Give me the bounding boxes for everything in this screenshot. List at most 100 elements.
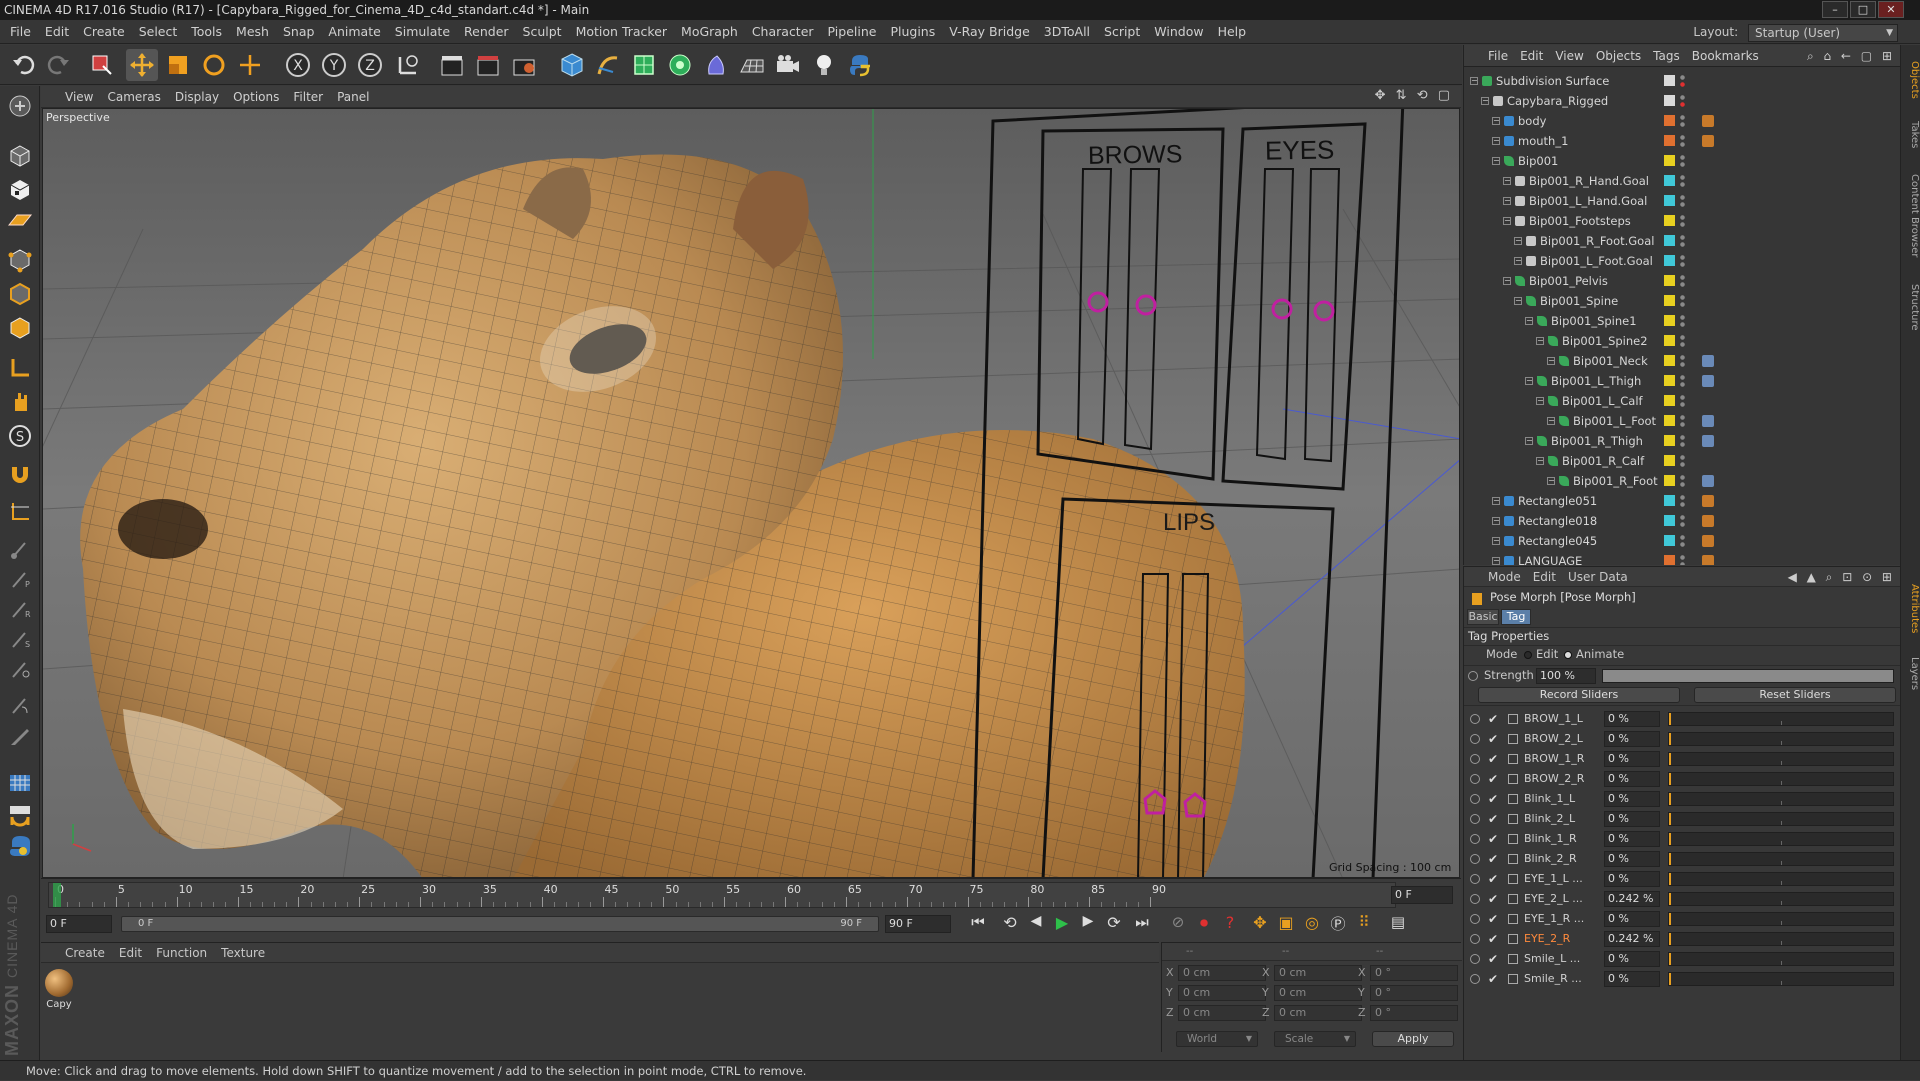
key-parameter-icon[interactable]: Ⓟ [1326, 913, 1350, 935]
menu-plugins[interactable]: Plugins [883, 20, 942, 44]
menu-create[interactable]: Create [76, 20, 132, 44]
workplane-axis-button[interactable] [4, 496, 36, 528]
animate-dot-icon[interactable] [1470, 734, 1480, 744]
object-menu-objects[interactable]: Objects [1590, 45, 1647, 67]
object-tree-item[interactable]: − mouth_1 [1464, 131, 1901, 151]
viewport-navigation-icons[interactable]: ✥ ⇅ ⟲ ▢ [1375, 88, 1453, 103]
layout-dropdown[interactable]: Startup (User) ▼ [1748, 23, 1898, 42]
animate-dot-icon[interactable] [1470, 834, 1480, 844]
object-tag-icon[interactable] [1702, 435, 1714, 447]
object-tree-item[interactable]: − Bip001_Spine [1464, 291, 1901, 311]
render-picture-viewer-button[interactable] [472, 49, 504, 81]
morph-slider-input[interactable]: 0 % [1604, 911, 1660, 927]
expand-toggle-icon[interactable]: − [1547, 477, 1555, 485]
mode-animate-radio[interactable] [1564, 651, 1572, 659]
visibility-dots-icon[interactable] [1680, 434, 1685, 448]
attribute-nav-icons[interactable]: ◀ ▲ ⌕ ⊡ ⊙ ⊞ [1788, 567, 1895, 587]
expand-toggle-icon[interactable]: − [1514, 297, 1522, 305]
deformer-button[interactable] [700, 49, 732, 81]
layer-color-swatch[interactable] [1664, 395, 1675, 406]
object-tag-icon[interactable] [1702, 415, 1714, 427]
magnet-brush-button[interactable] [4, 690, 36, 722]
record-keys-disabled-icon[interactable]: ⊘ [1166, 913, 1190, 935]
strength-slider[interactable] [1602, 669, 1894, 683]
expand-toggle-icon[interactable]: − [1492, 157, 1500, 165]
tab-tag[interactable]: Tag [1501, 609, 1531, 625]
object-manager-tools-icons[interactable]: ⌕ ⌂ ← ▢ ⊞ [1807, 45, 1895, 67]
enable-checkbox[interactable]: ✔ [1488, 752, 1502, 766]
strength-animate-icon[interactable] [1468, 671, 1478, 681]
expand-toggle-icon[interactable]: − [1536, 397, 1544, 405]
knife-tool-button[interactable] [4, 720, 36, 752]
smooth-brush-button[interactable]: S [4, 624, 36, 656]
coordinate-system-button[interactable] [392, 49, 424, 81]
expand-toggle-icon[interactable]: − [1525, 317, 1533, 325]
coordinate-field[interactable]: 0 ° [1370, 985, 1458, 1001]
key-position-icon[interactable]: ✥ [1248, 913, 1272, 935]
layer-color-swatch[interactable] [1664, 335, 1675, 346]
next-frame-icon[interactable]: ▶ [1076, 913, 1100, 935]
object-tag-icon[interactable] [1702, 495, 1714, 507]
object-tag-icon[interactable] [1702, 555, 1714, 565]
close-button[interactable]: ✕ [1878, 1, 1904, 18]
side-tab-objects[interactable]: Objects [1902, 51, 1920, 109]
coordinate-field[interactable]: 0 cm [1274, 965, 1362, 981]
visibility-dots-icon[interactable] [1680, 334, 1685, 348]
enable-checkbox[interactable]: ✔ [1488, 912, 1502, 926]
morph-slider-track[interactable] [1668, 912, 1894, 926]
object-menu-edit[interactable]: Edit [1514, 45, 1549, 67]
menu-simulate[interactable]: Simulate [388, 20, 457, 44]
viewport-menu-cameras[interactable]: Cameras [100, 86, 167, 108]
snap-button[interactable] [4, 458, 36, 490]
expand-toggle-icon[interactable]: − [1525, 437, 1533, 445]
coordinate-field[interactable]: 0 cm [1178, 985, 1266, 1001]
axis-mode-button[interactable] [4, 352, 36, 384]
strength-input[interactable]: 100 % [1536, 668, 1596, 684]
layer-color-swatch[interactable] [1664, 555, 1675, 565]
pull-brush-button[interactable]: P [4, 564, 36, 596]
enable-checkbox[interactable]: ✔ [1488, 732, 1502, 746]
enable-checkbox[interactable]: ✔ [1488, 812, 1502, 826]
layer-color-swatch[interactable] [1664, 475, 1675, 486]
morph-slider-input[interactable]: 0 % [1604, 791, 1660, 807]
morph-slider-input[interactable]: 0 % [1604, 811, 1660, 827]
animate-dot-icon[interactable] [1470, 774, 1480, 784]
viewport-menu-filter[interactable]: Filter [286, 86, 330, 108]
layer-color-swatch[interactable] [1664, 215, 1675, 226]
visibility-dots-icon[interactable] [1680, 294, 1685, 308]
key-scale-icon[interactable]: ▣ [1274, 913, 1298, 935]
morph-slider-input[interactable]: 0 % [1604, 851, 1660, 867]
object-tree-item[interactable]: − body [1464, 111, 1901, 131]
menu-vray-bridge[interactable]: V-Ray Bridge [942, 20, 1037, 44]
object-menu-tags[interactable]: Tags [1647, 45, 1686, 67]
enable-checkbox[interactable]: ✔ [1488, 712, 1502, 726]
layer-color-swatch[interactable] [1664, 495, 1675, 506]
tab-basic[interactable]: Basic [1467, 609, 1499, 625]
expand-toggle-icon[interactable]: − [1492, 517, 1500, 525]
side-tab-structure[interactable]: Structure [1902, 275, 1920, 339]
side-tab-takes[interactable]: Takes [1902, 113, 1920, 157]
enable-checkbox[interactable]: ✔ [1488, 832, 1502, 846]
floor-button[interactable] [736, 49, 768, 81]
object-tree-item[interactable]: − Bip001_R_Hand.Goal [1464, 171, 1901, 191]
coordinate-field[interactable]: 0 cm [1274, 985, 1362, 1001]
layer-color-swatch[interactable] [1664, 235, 1675, 246]
layer-color-swatch[interactable] [1664, 375, 1675, 386]
object-tree-item[interactable]: − Rectangle018 [1464, 511, 1901, 531]
previous-key-icon[interactable]: ⟲ [998, 913, 1022, 935]
visibility-dots-icon[interactable] [1680, 554, 1685, 565]
menu-file[interactable]: File [0, 20, 38, 44]
side-tab-attributes[interactable]: Attributes [1902, 573, 1920, 645]
material-menu-function[interactable]: Function [149, 943, 214, 963]
morph-slider-track[interactable] [1668, 832, 1894, 846]
material-item[interactable]: Capy [43, 967, 75, 1015]
menu-help[interactable]: Help [1211, 20, 1254, 44]
layer-color-swatch[interactable] [1664, 295, 1675, 306]
cloner-button[interactable] [664, 49, 696, 81]
expand-toggle-icon[interactable]: − [1514, 257, 1522, 265]
relax-brush-button[interactable]: R [4, 594, 36, 626]
start-frame-field[interactable]: 0 F [46, 915, 112, 933]
x-axis-button[interactable]: X [282, 49, 314, 81]
visibility-dots-icon[interactable] [1680, 194, 1685, 208]
morph-slider-input[interactable]: 0 % [1604, 711, 1660, 727]
